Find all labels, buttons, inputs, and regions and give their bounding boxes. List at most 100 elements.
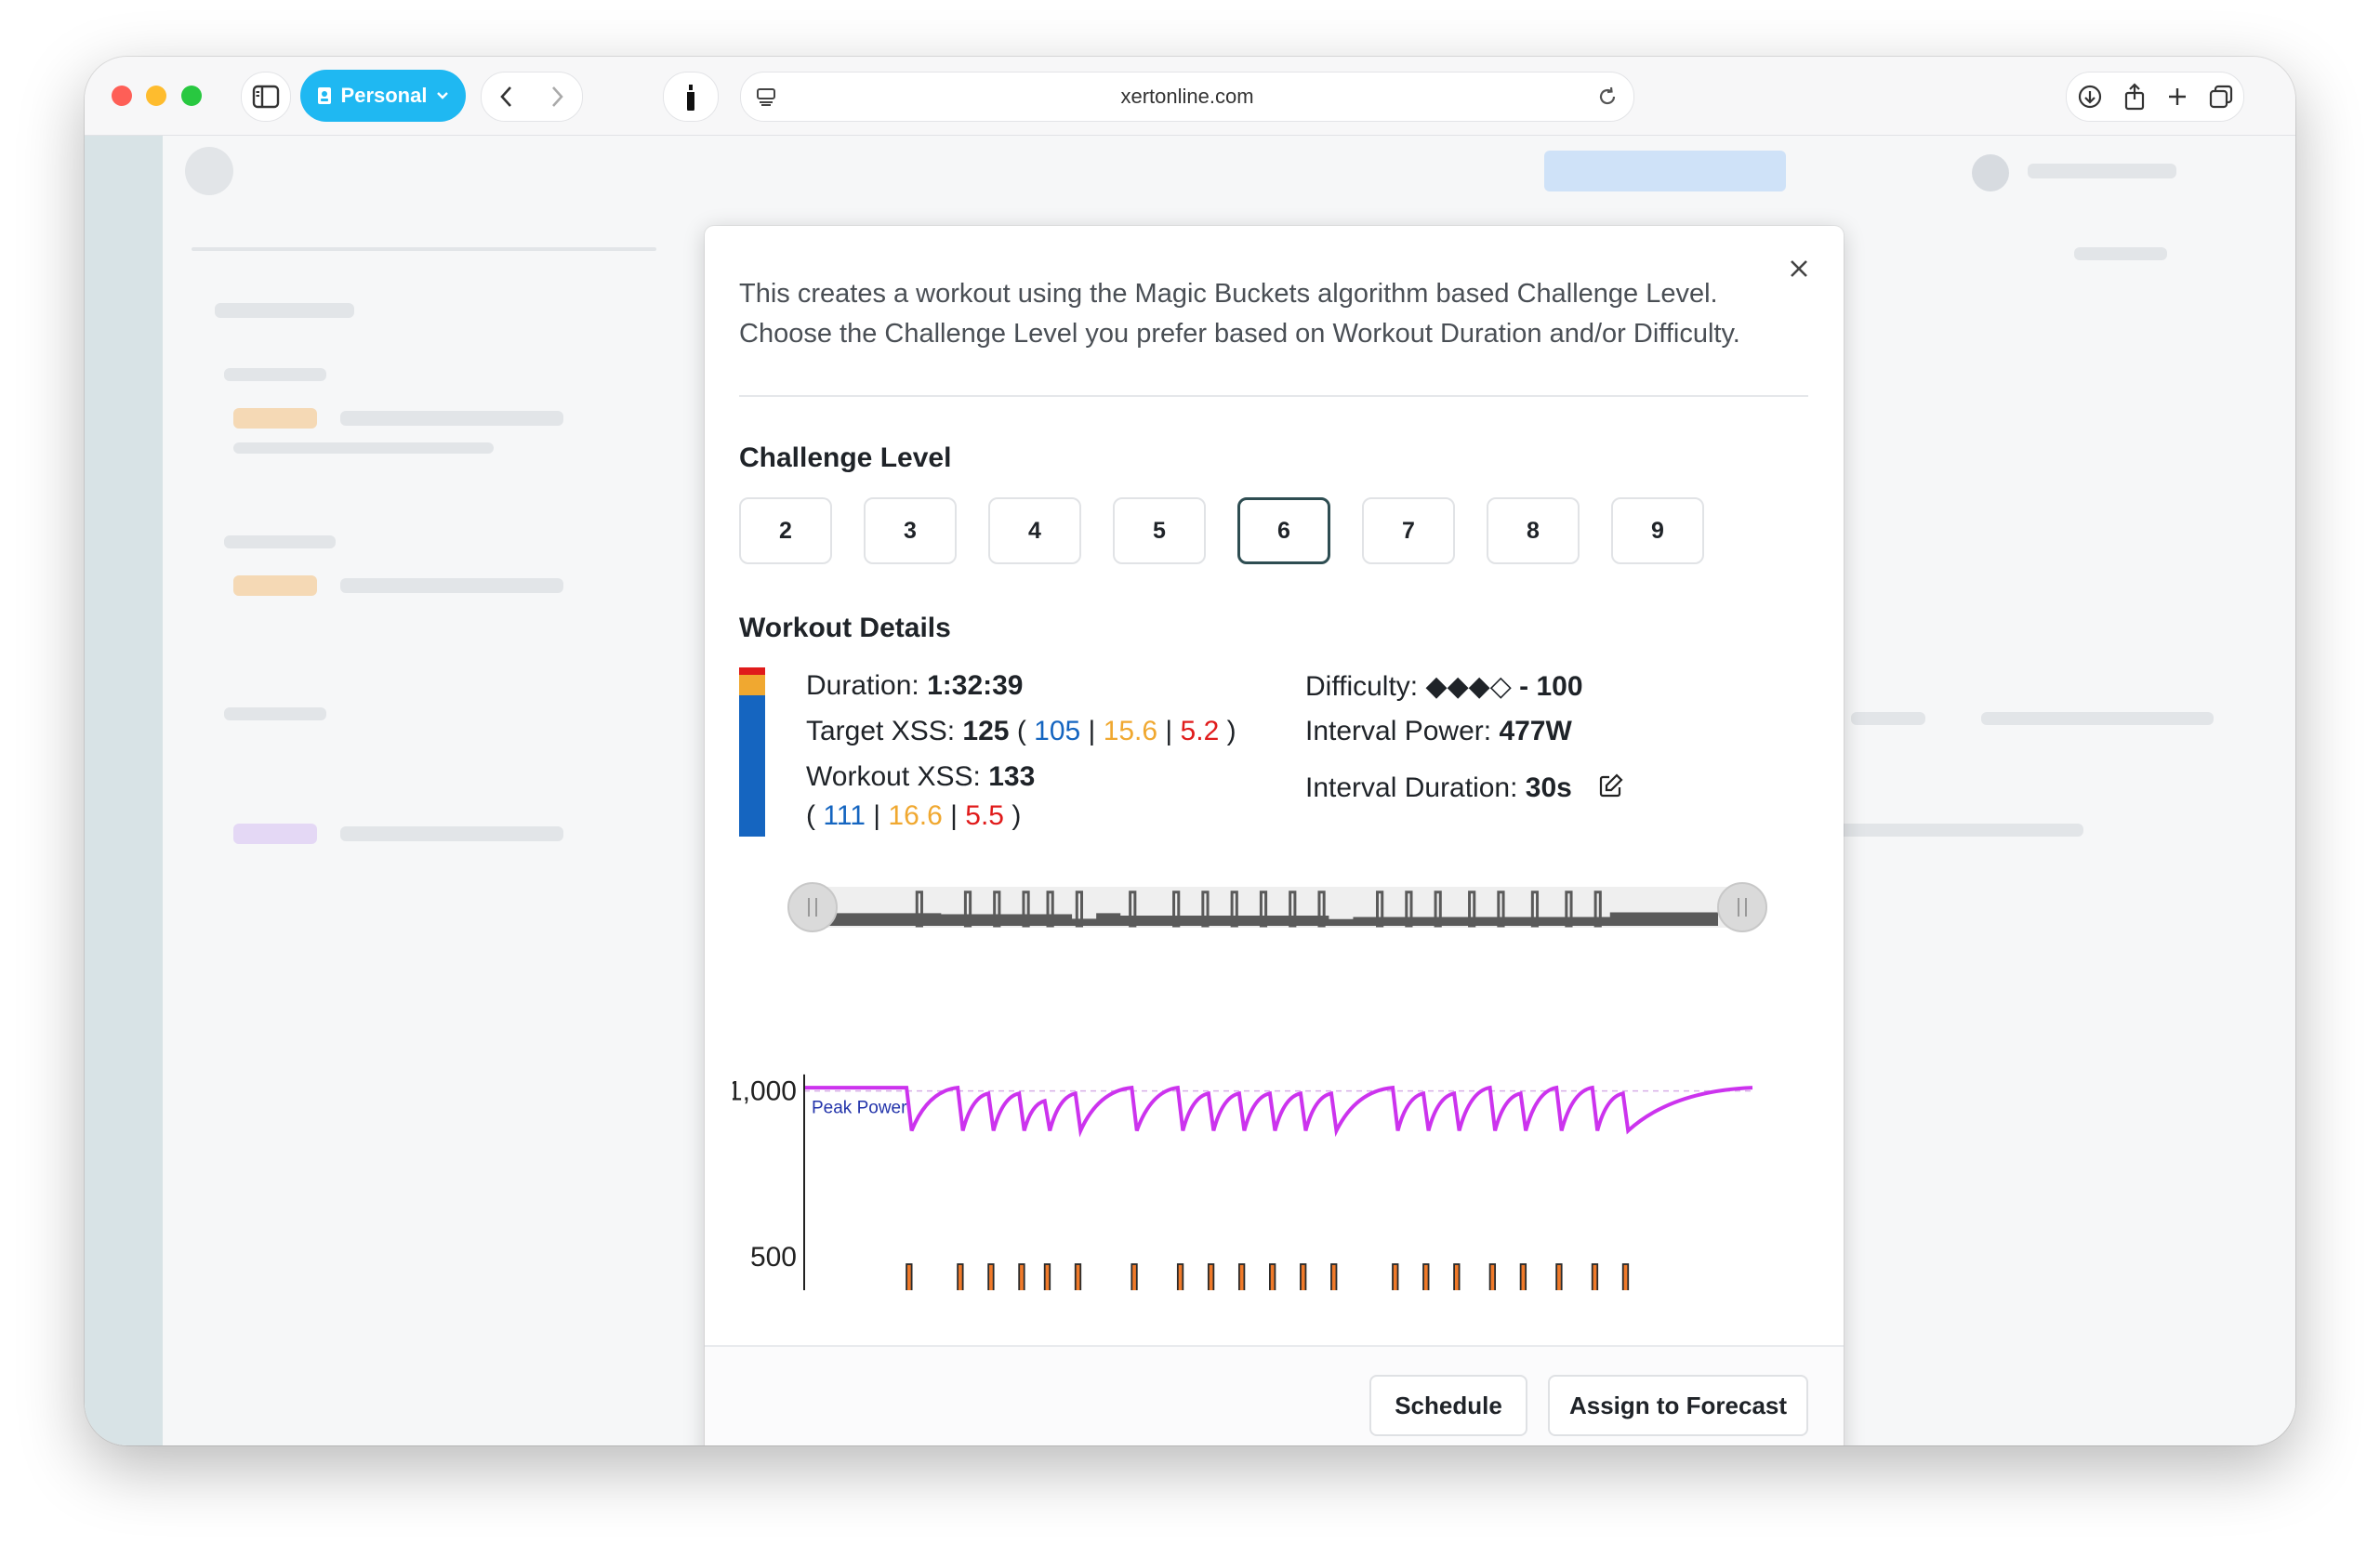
difficulty-line: Difficulty: ◆◆◆◇ - 100	[1305, 671, 1583, 702]
close-window-button[interactable]	[112, 86, 132, 106]
download-icon[interactable]	[2077, 84, 2103, 110]
target-xss-line: Target XSS: 125 ( 105 | 15.6 | 5.2 )	[806, 716, 1236, 746]
chevron-down-icon	[437, 92, 449, 99]
challenge-level-9-button[interactable]: 9	[1611, 497, 1704, 564]
interval-bar	[1176, 1263, 1184, 1290]
profile-badge-icon	[317, 87, 331, 104]
extension-icon	[687, 85, 694, 111]
workout-power-chart: 1,000500015:0030:0045:001:00:001:15:001:…	[733, 882, 1767, 1290]
assign-to-forecast-button[interactable]: Assign to Forecast	[1548, 1375, 1808, 1436]
workout-xss-peak: 5.5	[965, 800, 1004, 831]
blurred-placeholder	[233, 442, 494, 454]
blurred-placeholder	[233, 824, 317, 844]
duration-line: Duration: 1:32:39	[806, 670, 1024, 701]
y-tick-label: 1,000	[733, 1076, 797, 1107]
y-tick-label: 500	[750, 1242, 797, 1273]
interval-bar	[1392, 1263, 1399, 1290]
modal-divider	[739, 395, 1808, 397]
interval-power-value: 477W	[1499, 716, 1572, 746]
blurred-placeholder	[340, 578, 563, 593]
interval-duration-line: Interval Duration: 30s	[1305, 772, 1624, 806]
interval-bar	[1207, 1263, 1215, 1290]
challenge-level-2-button[interactable]: 2	[739, 497, 832, 564]
back-arrow-icon[interactable]	[497, 85, 516, 109]
interval-bar	[1330, 1263, 1338, 1290]
edit-interval-duration-button[interactable]	[1598, 772, 1624, 806]
close-icon	[1791, 260, 1807, 277]
interval-bar	[1519, 1263, 1527, 1290]
workout-xss-line: Workout XSS: 133	[806, 761, 1036, 792]
challenge-level-6-button[interactable]: 6	[1237, 497, 1330, 564]
interval-duration-value: 30s	[1525, 772, 1572, 803]
modal-intro: This creates a workout using the Magic B…	[739, 279, 1740, 349]
new-tab-icon[interactable]	[2166, 86, 2188, 108]
sidebar-toggle-button[interactable]	[241, 72, 291, 122]
blurred-placeholder	[1981, 712, 2214, 725]
browser-toolbar: Personal xertonline.com	[85, 57, 2295, 136]
interval-bar	[1269, 1263, 1276, 1290]
peak-power-curve	[804, 1085, 1753, 1138]
target-xss-total: 125	[962, 716, 1010, 746]
interval-bar	[987, 1263, 995, 1290]
page-menu-icon[interactable]	[756, 86, 776, 107]
blurred-placeholder	[224, 368, 326, 381]
tab-overview-icon[interactable]	[2208, 84, 2234, 110]
edit-icon	[1600, 773, 1623, 798]
blurred-placeholder	[2074, 247, 2167, 260]
workout-xss-high: 16.6	[888, 800, 943, 831]
forward-arrow-icon[interactable]	[548, 85, 566, 109]
schedule-button[interactable]: Schedule	[1369, 1375, 1527, 1436]
interval-bar	[906, 1263, 913, 1290]
interval-bar	[1043, 1263, 1051, 1290]
target-xss-low: 105	[1034, 716, 1081, 746]
scrubber-left-handle[interactable]	[787, 882, 838, 932]
scrubber-right-handle[interactable]	[1717, 882, 1767, 932]
address-bar[interactable]: xertonline.com	[740, 72, 1634, 122]
extension-button[interactable]	[663, 72, 719, 122]
reload-icon[interactable]	[1596, 86, 1619, 108]
workout-details-title: Workout Details	[739, 613, 951, 643]
blurred-placeholder	[215, 303, 354, 318]
blurred-placeholder	[340, 411, 563, 426]
toolbar-actions	[2066, 72, 2244, 122]
modal-footer: Schedule Assign to Forecast	[705, 1345, 1844, 1445]
blurred-placeholder	[233, 408, 317, 429]
url-text: xertonline.com	[1120, 85, 1254, 108]
xss-breakdown-bar	[739, 667, 765, 837]
challenge-level-4-button[interactable]: 4	[988, 497, 1081, 564]
blurred-placeholder	[1851, 712, 1925, 725]
zoom-window-button[interactable]	[181, 86, 202, 106]
minimize-window-button[interactable]	[146, 86, 166, 106]
interval-bar	[957, 1263, 964, 1290]
handle-knob	[787, 882, 838, 932]
blurred-placeholder	[224, 707, 326, 720]
interval-bar	[1300, 1263, 1307, 1290]
target-xss-high: 15.6	[1103, 716, 1158, 746]
create-workout-modal: This creates a workout using the Magic B…	[705, 226, 1844, 1445]
blurred-placeholder	[340, 826, 563, 841]
interval-bar	[1453, 1263, 1461, 1290]
interval-bar	[1555, 1263, 1563, 1290]
interval-power-line: Interval Power: 477W	[1305, 716, 1572, 746]
blurred-placeholder	[1544, 151, 1786, 191]
share-icon[interactable]	[2122, 83, 2147, 111]
challenge-level-3-button[interactable]: 3	[864, 497, 957, 564]
workout-xss-breakdown: ( 111 | 16.6 | 5.5 )	[806, 800, 1022, 831]
difficulty-value: ◆◆◆◇ - 100	[1425, 671, 1583, 702]
challenge-level-5-button[interactable]: 5	[1113, 497, 1206, 564]
profile-label: Personal	[340, 84, 428, 107]
peak-power-annotation: Peak Power	[812, 1099, 907, 1118]
history-nav	[481, 72, 583, 122]
interval-bar	[1621, 1263, 1630, 1290]
handle-knob	[1717, 882, 1767, 932]
challenge-level-title: Challenge Level	[739, 442, 952, 473]
blurred-avatar	[1972, 154, 2009, 191]
close-button[interactable]	[1782, 252, 1816, 285]
challenge-level-7-button[interactable]: 7	[1362, 497, 1455, 564]
challenge-level-8-button[interactable]: 8	[1487, 497, 1580, 564]
profile-button[interactable]: Personal	[300, 70, 466, 122]
interval-bar	[1591, 1263, 1599, 1290]
app-side-rail	[85, 136, 163, 1445]
workout-xss-low: 111	[823, 800, 866, 831]
browser-window: Personal xertonline.com This creates a w…	[85, 57, 2295, 1445]
